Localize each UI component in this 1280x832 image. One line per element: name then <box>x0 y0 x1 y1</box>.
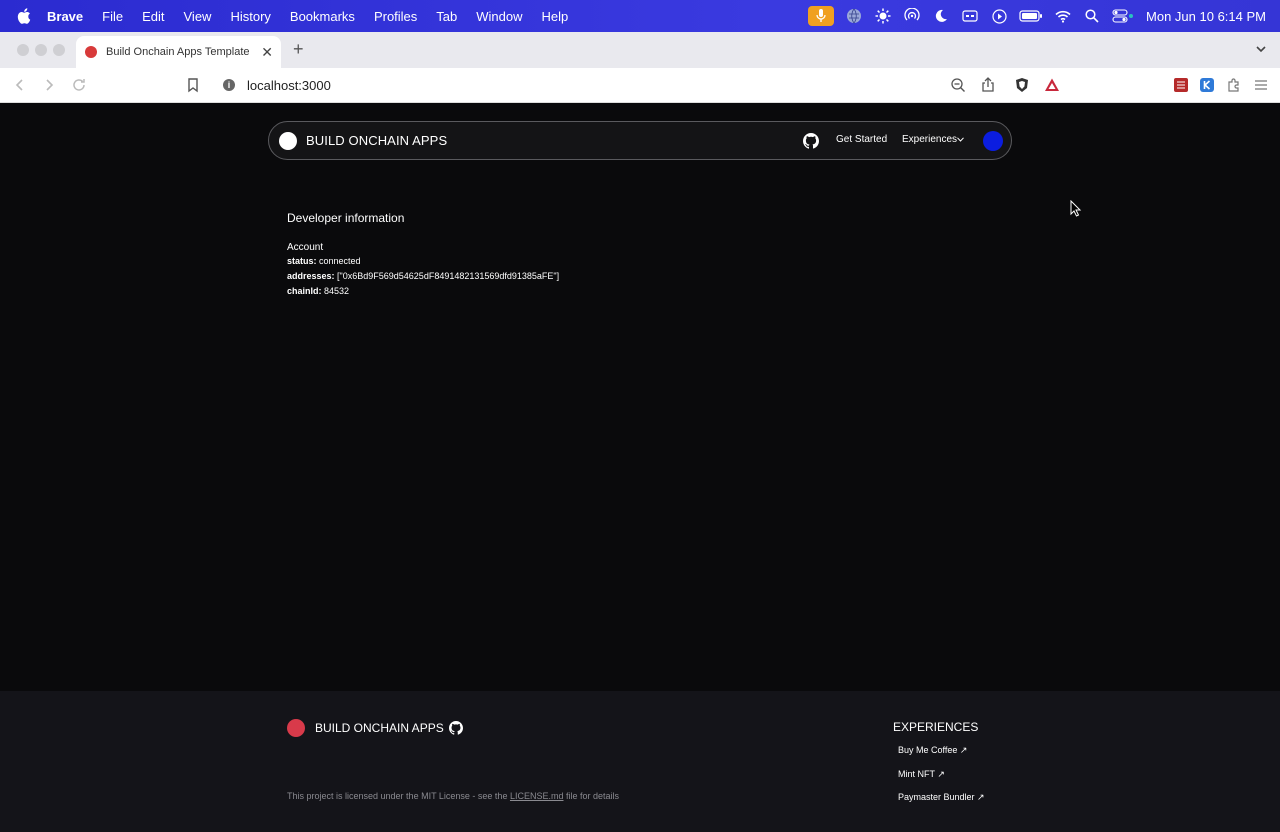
addresses-value: ["0x6Bd9F569d54625dF8491482131569dfd9138… <box>337 271 560 281</box>
browser-tab-active[interactable]: Build Onchain Apps Template ✕ <box>76 36 281 68</box>
menu-bookmarks[interactable]: Bookmarks <box>290 9 355 24</box>
site-navbar: BUILD ONCHAIN APPS Get Started Experienc… <box>268 121 1012 160</box>
menubar-clock[interactable]: Mon Jun 10 6:14 PM <box>1146 9 1266 24</box>
menu-tab[interactable]: Tab <box>436 9 457 24</box>
addresses-row: addresses: ["0x6Bd9F569d54625dF849148213… <box>287 271 559 281</box>
footer-github-icon[interactable] <box>449 721 463 735</box>
bookmark-icon[interactable] <box>185 77 201 93</box>
web-page: BUILD ONCHAIN APPS Get Started Experienc… <box>0 103 1280 691</box>
caption-icon[interactable] <box>961 7 979 25</box>
footer-link-buy-me-coffee[interactable]: Buy Me Coffee ↗ <box>898 745 967 756</box>
extension-red-icon[interactable] <box>1173 77 1189 93</box>
macos-menu-bar: Brave File Edit View History Bookmarks P… <box>0 0 1280 32</box>
browser-tab-bar: Build Onchain Apps Template ✕ + <box>0 32 1280 68</box>
brave-rewards-icon[interactable] <box>1044 77 1060 93</box>
window-minimize-button[interactable] <box>35 44 47 56</box>
github-icon[interactable] <box>803 133 819 149</box>
license-text-pre: This project is licensed under the MIT L… <box>287 791 508 801</box>
tab-title: Build Onchain Apps Template <box>106 46 250 58</box>
control-center-icon[interactable] <box>1112 7 1134 25</box>
license-link[interactable]: LICENSE.md <box>510 791 564 801</box>
forward-arrow-icon[interactable] <box>41 77 57 93</box>
address-bar-url[interactable]: localhost:3000 <box>247 78 331 93</box>
experiences-dropdown[interactable]: Experiences <box>902 134 957 145</box>
tab-favicon-icon <box>85 46 97 58</box>
play-circle-icon[interactable] <box>990 7 1008 25</box>
site-info-icon[interactable]: i <box>223 79 235 91</box>
developer-info-section: Developer information Account status: co… <box>287 211 559 296</box>
microphone-icon[interactable] <box>808 6 835 26</box>
menu-view[interactable]: View <box>184 9 212 24</box>
wallet-avatar-button[interactable] <box>983 131 1003 151</box>
menu-window[interactable]: Window <box>476 9 522 24</box>
globe-icon[interactable] <box>845 7 863 25</box>
menu-file[interactable]: File <box>102 9 123 24</box>
apple-logo-icon[interactable] <box>17 8 31 24</box>
footer-link-mint-nft[interactable]: Mint NFT ↗ <box>898 769 945 780</box>
spotlight-search-icon[interactable] <box>1083 7 1101 25</box>
moon-icon[interactable] <box>932 7 950 25</box>
site-brand[interactable]: BUILD ONCHAIN APPS <box>306 133 447 148</box>
addresses-key: addresses: <box>287 271 335 281</box>
extension-k-icon[interactable] <box>1199 77 1215 93</box>
license-text-post: file for details <box>566 791 620 801</box>
extensions-puzzle-icon[interactable] <box>1226 77 1242 93</box>
menu-app-name[interactable]: Brave <box>47 9 83 24</box>
status-row: status: connected <box>287 256 559 266</box>
browser-menu-icon[interactable] <box>1253 77 1269 93</box>
chainid-value: 84532 <box>324 286 350 296</box>
reload-icon[interactable] <box>71 77 87 93</box>
brave-shields-icon[interactable] <box>1014 77 1030 93</box>
share-icon[interactable] <box>980 77 996 93</box>
window-close-button[interactable] <box>17 44 29 56</box>
chevron-down-icon[interactable] <box>957 137 964 142</box>
footer-link-paymaster-bundler[interactable]: Paymaster Bundler ↗ <box>898 792 985 803</box>
chainid-row: chainId: 84532 <box>287 286 559 296</box>
zoom-out-icon[interactable] <box>950 77 966 93</box>
menubar-status-area: Mon Jun 10 6:14 PM <box>797 0 1266 32</box>
menu-edit[interactable]: Edit <box>142 9 164 24</box>
footer-logo-icon[interactable] <box>287 719 305 737</box>
brightness-icon[interactable] <box>874 7 892 25</box>
address-bar[interactable]: i localhost:3000 <box>213 71 1068 99</box>
status-value: connected <box>319 256 361 266</box>
account-label: Account <box>287 242 324 253</box>
mouse-cursor-icon <box>1070 200 1082 217</box>
license-text: This project is licensed under the MIT L… <box>287 791 619 801</box>
site-logo-icon[interactable] <box>279 131 297 150</box>
developer-info-heading: Developer information <box>287 211 405 225</box>
airdrop-icon[interactable] <box>903 7 921 25</box>
menu-help[interactable]: Help <box>542 9 569 24</box>
new-tab-button[interactable]: + <box>293 39 304 60</box>
tab-close-icon[interactable]: ✕ <box>261 44 273 61</box>
status-key: status: <box>287 256 317 266</box>
battery-icon[interactable] <box>1019 7 1043 25</box>
site-footer: BUILD ONCHAIN APPS This project is licen… <box>0 691 1280 832</box>
get-started-link[interactable]: Get Started <box>836 134 887 145</box>
wifi-icon[interactable] <box>1054 7 1072 25</box>
window-zoom-button[interactable] <box>53 44 65 56</box>
footer-experiences-heading: EXPERIENCES <box>893 720 979 734</box>
footer-brand[interactable]: BUILD ONCHAIN APPS <box>315 721 444 735</box>
tab-search-chevron-icon[interactable] <box>1254 42 1268 56</box>
browser-toolbar: i localhost:3000 <box>0 68 1280 103</box>
back-arrow-icon[interactable] <box>12 77 28 93</box>
menu-history[interactable]: History <box>230 9 270 24</box>
menu-profiles[interactable]: Profiles <box>374 9 417 24</box>
chainid-key: chainId: <box>287 286 322 296</box>
